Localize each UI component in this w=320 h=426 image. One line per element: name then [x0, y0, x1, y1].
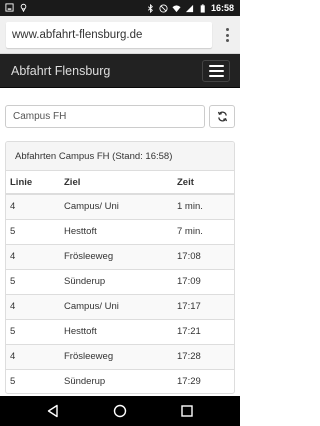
bluetooth-icon — [147, 3, 153, 13]
cell-ziel: Frösleeweg — [60, 243, 173, 269]
table-row: 5 Sünderup 17:09 — [6, 268, 234, 294]
table-header-row: Linie Ziel Zeit — [6, 171, 234, 195]
table-row: 4 Campus/ Uni 1 min. — [6, 193, 234, 219]
cell-linie: 4 — [6, 293, 60, 319]
cell-ziel: Sünderup — [60, 268, 173, 294]
wifi-icon — [172, 4, 181, 12]
column-header-ziel: Ziel — [60, 171, 173, 195]
hamburger-icon[interactable] — [202, 60, 230, 82]
home-icon[interactable] — [113, 404, 127, 418]
signal-icon — [185, 4, 194, 12]
stop-search — [5, 105, 235, 129]
battery-icon — [200, 3, 205, 13]
column-header-linie: Linie — [6, 171, 60, 195]
cell-linie: 4 — [6, 343, 60, 369]
cell-zeit: 17:29 — [173, 368, 234, 393]
cell-zeit: 17:21 — [173, 318, 234, 344]
cell-linie: 5 — [6, 218, 60, 244]
location-icon — [20, 3, 27, 12]
url-field[interactable]: www.abfahrt-flensburg.de — [6, 22, 212, 48]
status-bar: 16:58 — [0, 0, 240, 16]
browser-toolbar: www.abfahrt-flensburg.de — [0, 16, 240, 54]
cell-ziel: Frösleeweg — [60, 343, 173, 369]
cell-ziel: Campus/ Uni — [60, 293, 173, 319]
refresh-button[interactable] — [209, 105, 235, 128]
table-row: 4 Frösleeweg 17:08 — [6, 243, 234, 269]
table-row: 5 Sünderup 17:29 — [6, 368, 234, 393]
system-nav-bar — [0, 396, 240, 426]
cell-ziel: Hesttoft — [60, 318, 173, 344]
navbar-brand[interactable]: Abfahrt Flensburg — [11, 64, 110, 78]
table-row: 5 Hesttoft 7 min. — [6, 218, 234, 244]
refresh-icon — [217, 111, 227, 122]
cell-zeit: 17:28 — [173, 343, 234, 369]
back-icon[interactable] — [46, 404, 60, 418]
cell-zeit: 1 min. — [173, 193, 234, 219]
cell-linie: 4 — [6, 193, 60, 219]
silent-icon — [159, 3, 168, 13]
table-row: 4 Campus/ Uni 17:17 — [6, 293, 234, 319]
cell-linie: 5 — [6, 368, 60, 393]
status-right: 16:58 — [146, 3, 234, 13]
recents-icon[interactable] — [180, 404, 194, 418]
status-left — [5, 3, 28, 12]
site-navbar: Abfahrt Flensburg — [0, 54, 240, 88]
cell-zeit: 17:09 — [173, 268, 234, 294]
column-header-zeit: Zeit — [173, 171, 234, 195]
departures-panel: Abfahrten Campus FH (Stand: 16:58) Linie… — [5, 141, 235, 394]
cell-linie: 4 — [6, 243, 60, 269]
stop-search-input[interactable] — [5, 105, 205, 128]
cell-zeit: 17:08 — [173, 243, 234, 269]
cell-zeit: 17:17 — [173, 293, 234, 319]
clock: 16:58 — [210, 3, 234, 13]
departures-table: Linie Ziel Zeit 4 Campus/ Uni 1 min. 5 H… — [6, 171, 234, 393]
screen-icon — [5, 3, 14, 12]
overflow-menu-icon[interactable] — [220, 26, 234, 44]
cell-zeit: 7 min. — [173, 218, 234, 244]
cell-linie: 5 — [6, 318, 60, 344]
cell-ziel: Sünderup — [60, 368, 173, 393]
cell-ziel: Hesttoft — [60, 218, 173, 244]
cell-ziel: Campus/ Uni — [60, 193, 173, 219]
table-row: 4 Frösleeweg 17:28 — [6, 343, 234, 369]
panel-heading: Abfahrten Campus FH (Stand: 16:58) — [6, 142, 234, 171]
cell-linie: 5 — [6, 268, 60, 294]
table-row: 5 Hesttoft 17:21 — [6, 318, 234, 344]
